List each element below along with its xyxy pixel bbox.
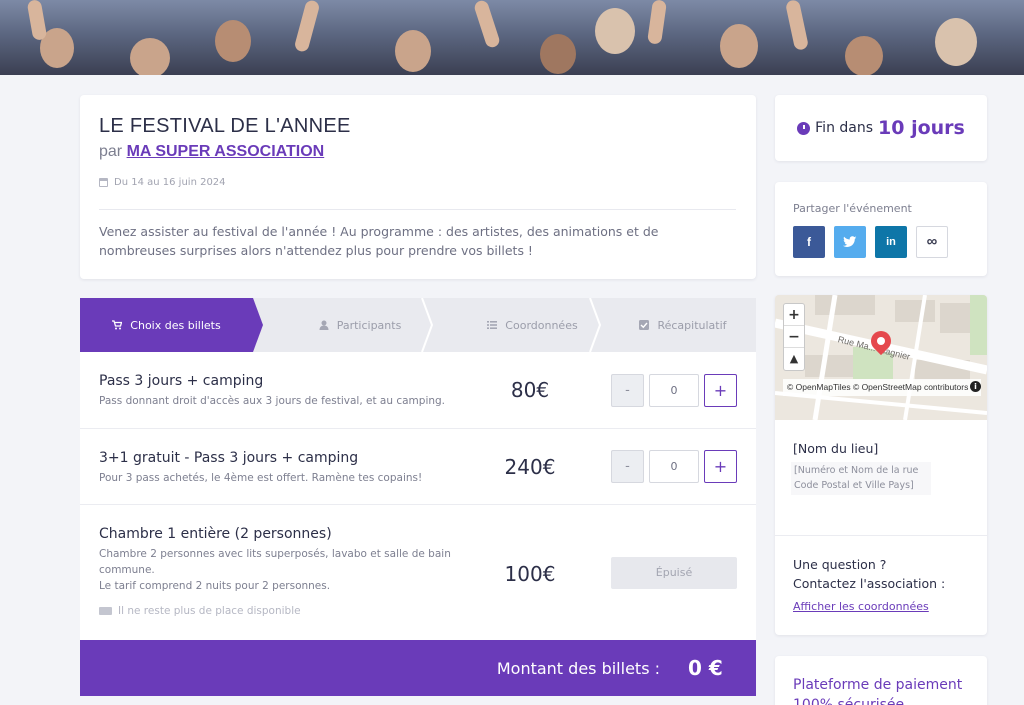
quantity-input[interactable] — [649, 450, 699, 483]
map-attribution[interactable]: © OpenMapTiles © OpenStreetMap contribut… — [783, 379, 981, 396]
divider — [99, 209, 736, 210]
share-card: Partager l'événement f in ∞ — [775, 182, 987, 276]
ticket-row: Chambre 1 entière (2 personnes) Chambre … — [80, 505, 756, 640]
linkedin-icon: in — [886, 236, 896, 248]
step-separator — [421, 298, 434, 352]
calendar-icon — [99, 178, 108, 187]
user-icon — [319, 320, 329, 330]
map-tiles — [775, 295, 987, 420]
ticket-icon — [99, 607, 112, 615]
zoom-out-button[interactable]: − — [784, 326, 804, 348]
ticket-description: Pour 3 pass achetés, le 4ème est offert.… — [99, 472, 423, 484]
step-label: Récapitulatif — [657, 318, 727, 332]
organizer-link[interactable]: MA SUPER ASSOCIATION — [127, 143, 325, 160]
step-label: Choix des billets — [130, 318, 221, 332]
ticket-row: 3+1 gratuit - Pass 3 jours + camping Pou… — [80, 429, 756, 505]
ticket-description: Pass donnant droit d'accès aux 3 jours d… — [99, 395, 446, 407]
crowd-figure — [720, 24, 758, 68]
checkout-steps: Choix des billets Participants Coordonné… — [80, 298, 756, 352]
contact-question: Une question ? Contactez l'association : — [793, 555, 945, 593]
ticket-price: 100€ — [504, 562, 556, 586]
event-header-card: LE FESTIVAL DE L'ANNEE par MA SUPER ASSO… — [80, 95, 756, 279]
organizer-prefix: par — [99, 143, 123, 160]
ticket-row: Pass 3 jours + camping Pass donnant droi… — [80, 352, 756, 429]
facebook-share-button[interactable]: f — [793, 226, 825, 258]
payment-title: Plateforme de paiement 100% sécurisée — [793, 677, 963, 705]
step-participants[interactable]: Participants — [280, 298, 440, 352]
ticket-price: 80€ — [510, 378, 550, 402]
quantity-increase-button[interactable]: + — [704, 450, 737, 483]
twitter-icon — [843, 236, 857, 247]
check-square-icon — [639, 320, 650, 330]
event-date-text: Du 14 au 16 juin 2024 — [114, 177, 226, 188]
event-organizer-line: par MA SUPER ASSOCIATION — [99, 143, 324, 161]
clock-icon — [797, 121, 811, 135]
ticket-list: Pass 3 jours + camping Pass donnant droi… — [80, 352, 756, 640]
share-title: Partager l'événement — [793, 202, 912, 215]
countdown-value: 10 jours — [878, 117, 965, 139]
divider — [775, 535, 987, 536]
event-title: LE FESTIVAL DE L'ANNEE — [99, 115, 351, 137]
crowd-figure — [472, 0, 502, 49]
ticket-name: Pass 3 jours + camping — [99, 373, 264, 389]
venue-name: [Nom du lieu] — [793, 441, 879, 456]
total-label: Montant des billets : — [496, 659, 660, 678]
crowd-figure — [130, 38, 170, 75]
reset-bearing-button[interactable]: ▲ — [784, 348, 804, 370]
ticket-price: 240€ — [504, 455, 556, 479]
hero-banner-image — [0, 0, 1024, 75]
sold-out-button: Épuisé — [611, 557, 737, 589]
list-icon — [487, 321, 498, 329]
facebook-icon: f — [807, 235, 811, 249]
total-value: 0 € — [688, 656, 723, 680]
crowd-figure — [784, 0, 810, 51]
question-line: Une question ? — [793, 557, 887, 572]
venue-map[interactable]: Rue Ma... Magnier + − ▲ © OpenMapTiles ©… — [775, 295, 987, 420]
total-bar: Montant des billets : 0 € — [80, 640, 756, 696]
crowd-figure — [647, 0, 667, 45]
no-place-text: Il ne reste plus de place disponible — [118, 605, 301, 617]
map-zoom-controls: + − ▲ — [783, 303, 805, 371]
crowd-figure — [845, 36, 883, 75]
ticket-description-line: Le tarif comprend 2 nuits pour 2 personn… — [99, 580, 331, 592]
zoom-in-button[interactable]: + — [784, 304, 804, 326]
step-summary[interactable]: Récapitulatif — [610, 298, 756, 352]
crowd-figure — [395, 30, 431, 72]
event-description: Venez assister au festival de l'année ! … — [99, 224, 659, 258]
cart-icon — [112, 320, 123, 330]
copy-link-button[interactable]: ∞ — [916, 226, 948, 258]
question-line: Contactez l'association : — [793, 576, 946, 591]
event-date: Du 14 au 16 juin 2024 — [99, 177, 226, 188]
quantity-input[interactable] — [649, 374, 699, 407]
step-ticket-choice[interactable]: Choix des billets — [80, 298, 253, 352]
linkedin-share-button[interactable]: in — [875, 226, 907, 258]
quantity-decrease-button[interactable]: - — [611, 450, 644, 483]
step-separator — [589, 298, 602, 352]
link-icon: ∞ — [926, 233, 938, 250]
info-icon[interactable]: i — [970, 381, 981, 392]
crowd-figure — [935, 18, 977, 66]
venue-card: Rue Ma... Magnier + − ▲ © OpenMapTiles ©… — [775, 295, 987, 635]
crowd-figure — [540, 34, 576, 74]
ticket-name: 3+1 gratuit - Pass 3 jours + camping — [99, 450, 359, 466]
show-contact-link[interactable]: Afficher les coordonnées — [793, 600, 929, 613]
ticket-description: Chambre 2 personnes avec lits superposés… — [99, 546, 459, 594]
twitter-share-button[interactable] — [834, 226, 866, 258]
countdown-prefix: Fin dans — [815, 120, 874, 136]
payment-card: Plateforme de paiement 100% sécurisée — [775, 656, 987, 705]
venue-address: [Numéro et Nom de la rue Code Postal et … — [791, 462, 931, 495]
step-label: Coordonnées — [505, 318, 578, 332]
quantity-increase-button[interactable]: + — [704, 374, 737, 407]
step-separator — [253, 298, 263, 352]
no-place-notice: Il ne reste plus de place disponible — [99, 605, 301, 617]
crowd-figure — [595, 8, 635, 54]
step-label: Participants — [336, 318, 402, 332]
crowd-figure — [215, 20, 251, 62]
ticket-name: Chambre 1 entière (2 personnes) — [99, 526, 332, 542]
crowd-figure — [26, 0, 48, 41]
countdown-card: Fin dans 10 jours — [775, 95, 987, 161]
quantity-decrease-button[interactable]: - — [611, 374, 644, 407]
crowd-figure — [293, 0, 321, 53]
ticket-description-line: Chambre 2 personnes avec lits superposés… — [99, 548, 451, 576]
